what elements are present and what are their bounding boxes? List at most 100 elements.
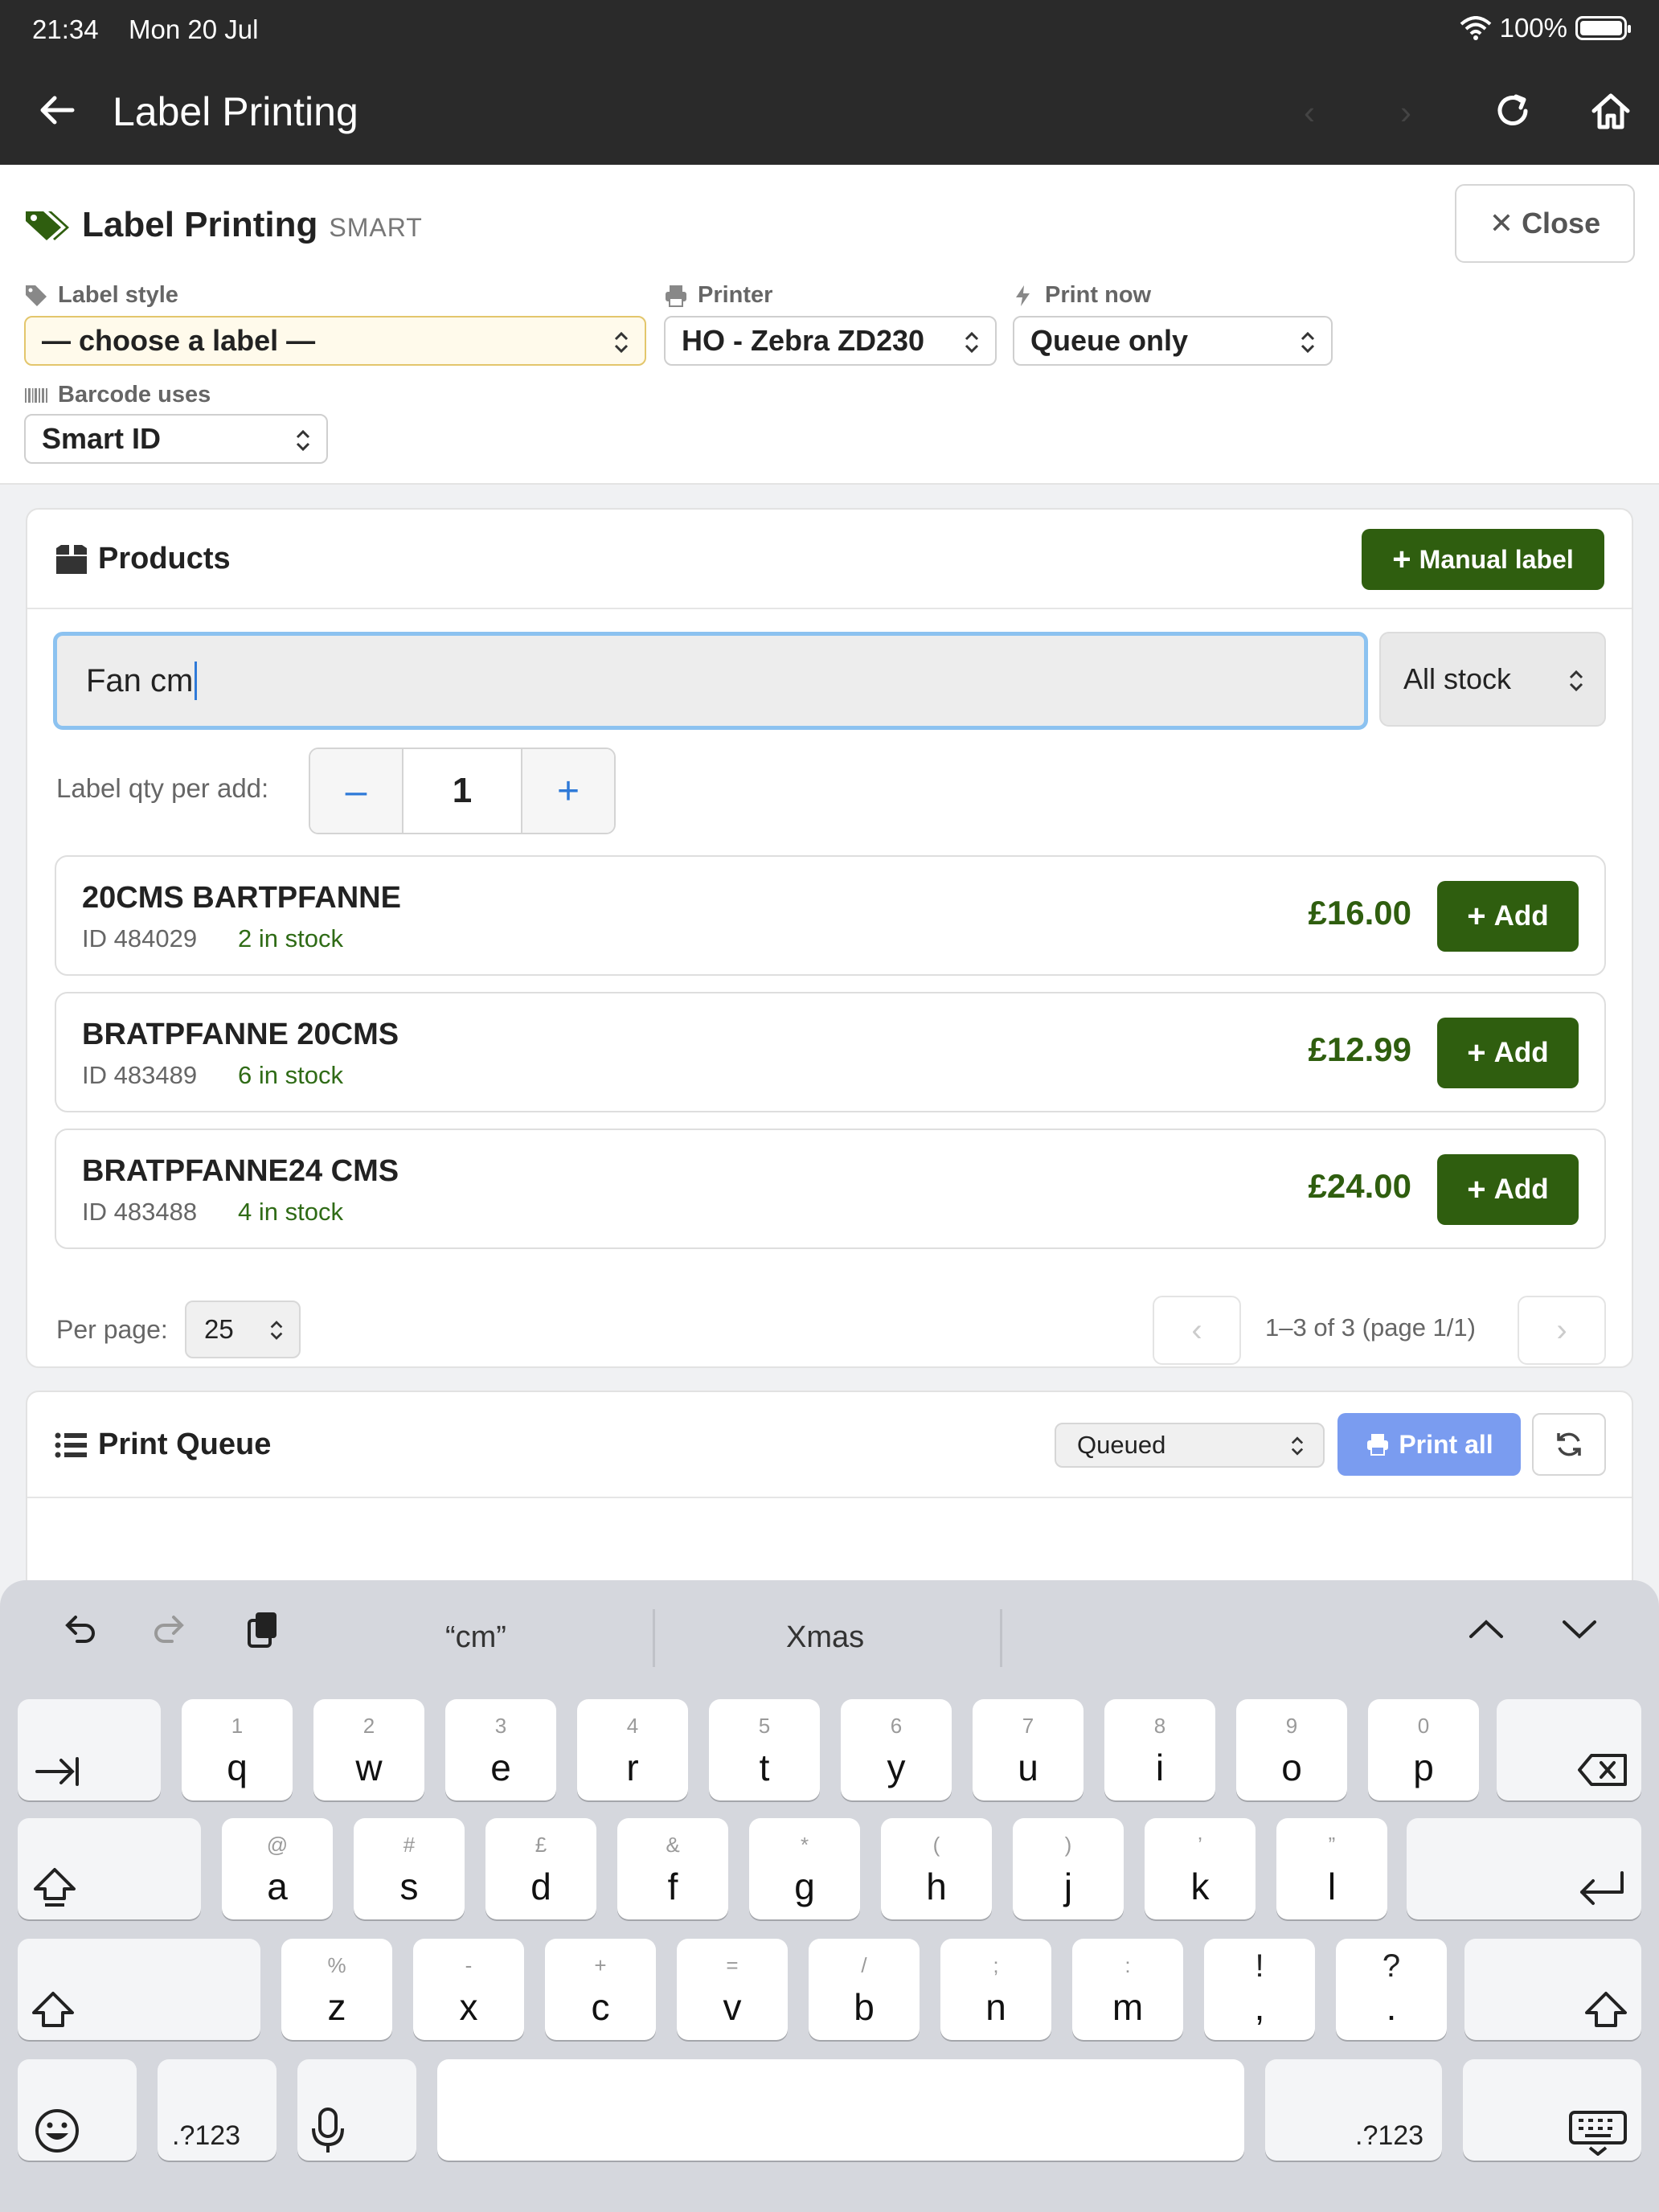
key-o[interactable]: 9o [1236,1699,1347,1800]
key-q[interactable]: 1q [182,1699,293,1800]
chevron-updown-icon [965,331,979,354]
qty-increase-button[interactable]: + [522,749,614,833]
sync-icon [1557,1432,1581,1456]
chevron-up-icon[interactable] [1466,1609,1506,1649]
nav-back-icon[interactable]: ‹ [1304,93,1315,132]
key-w[interactable]: 2w [313,1699,424,1800]
product-name: 20CMS BARTPFANNE [82,881,401,915]
print-queue-header: Print Queue Queued Print all [27,1392,1632,1498]
key-p[interactable]: 0p [1368,1699,1479,1800]
key-u[interactable]: 7u [973,1699,1083,1800]
per-page-select[interactable]: 25 [185,1301,301,1358]
label-qty-stepper: – 1 + [309,748,616,834]
key-z[interactable]: % z [281,1939,392,2040]
qty-decrease-button[interactable]: – [310,749,402,833]
key-y[interactable]: 6y [841,1699,952,1800]
label-style-select[interactable]: — choose a label — [24,316,646,366]
key-g[interactable]: * g [749,1818,860,1919]
wifi-icon [1460,16,1491,40]
caps-lock-icon [34,1868,76,1907]
key-s[interactable]: # s [354,1818,465,1919]
qty-value[interactable]: 1 [402,749,522,833]
chevron-right-icon: › [1556,1312,1567,1348]
backspace-key[interactable] [1497,1699,1641,1800]
key-e[interactable]: 3e [445,1699,556,1800]
print-all-button[interactable]: Print all [1337,1413,1521,1476]
suggestion-divider [653,1609,655,1667]
shift-icon [1585,1992,1627,2027]
product-stock: 2 in stock [238,924,343,952]
product-stock: 4 in stock [238,1198,343,1226]
nav-forward-icon[interactable]: › [1400,93,1411,132]
bolt-icon [1016,285,1030,306]
space-key[interactable] [437,2059,1244,2161]
tab-key[interactable] [18,1699,161,1800]
chevron-down-icon[interactable] [1559,1609,1600,1649]
numbers-key-right[interactable]: .?123 [1265,2059,1442,2161]
status-date: Mon 20 Jul [129,14,259,44]
home-icon[interactable] [1590,90,1632,132]
key-r[interactable]: 4r [577,1699,688,1800]
key-k[interactable]: ’ k [1145,1818,1256,1919]
key-f[interactable]: & f [617,1818,728,1919]
key-v[interactable]: = v [677,1939,788,2040]
key-b[interactable]: / b [809,1939,920,2040]
caps-lock-key[interactable] [18,1818,201,1919]
key-a[interactable]: @ a [222,1818,333,1919]
key-d[interactable]: £ d [485,1818,596,1919]
key-j[interactable]: ) j [1013,1818,1124,1919]
print-now-select[interactable]: Queue only [1013,316,1333,366]
keyboard-dismiss-icon [1569,2111,1627,2156]
barcode-uses-select[interactable]: Smart ID [24,414,328,464]
page-title-text: Label Printing [82,205,318,244]
key-t[interactable]: 5t [709,1699,820,1800]
next-page-button[interactable]: › [1518,1296,1606,1365]
redo-icon[interactable] [150,1609,190,1649]
print-queue-title: Print Queue [55,1428,271,1462]
add-product-button[interactable]: + Add [1437,881,1579,952]
numbers-key-left[interactable]: .?123 [158,2059,276,2161]
products-card: Products + Manual label Fan cm All stock… [26,508,1633,1368]
suggestion-2[interactable]: Xmas [786,1620,864,1655]
barcode-icon [25,387,47,403]
key-m[interactable]: :m [1072,1939,1183,2040]
keyboard-shortcut-bar: “cm” Xmas [0,1580,1659,1677]
status-bar: 21:34 Mon 20 Jul 100% [0,0,1659,58]
app-bar: Label Printing ‹ › [0,58,1659,165]
key-i[interactable]: 8i [1104,1699,1215,1800]
printer-label: Printer [664,282,772,309]
key-h[interactable]: (h [881,1818,992,1919]
paste-icon[interactable] [243,1609,283,1649]
tags-icon [26,211,69,240]
key-c[interactable]: + c [545,1939,656,2040]
product-search-input[interactable]: Fan cm [53,632,1368,730]
hide-keyboard-key[interactable] [1463,2059,1641,2161]
suggestion-1[interactable]: “cm” [445,1620,506,1655]
key-period[interactable]: ?. [1336,1939,1447,2040]
label-printing-header: Label Printing SMART ✕ Close Label style… [0,165,1659,485]
queue-refresh-button[interactable] [1532,1413,1606,1476]
manual-label-button[interactable]: + Manual label [1362,529,1604,590]
add-product-button[interactable]: + Add [1437,1154,1579,1225]
reload-icon[interactable] [1492,90,1534,132]
shift-key-left[interactable] [18,1939,260,2040]
shift-key-right[interactable] [1464,1939,1641,2040]
key-x[interactable]: -x [413,1939,524,2040]
return-key[interactable] [1407,1818,1641,1919]
back-arrow-icon[interactable] [37,90,77,130]
undo-icon[interactable] [59,1609,100,1649]
dictation-key[interactable] [297,2059,416,2161]
emoji-key[interactable] [18,2059,137,2161]
printer-select[interactable]: HO - Zebra ZD230 [664,316,997,366]
chevron-updown-icon [1301,331,1315,354]
chevron-left-icon: ‹ [1191,1312,1202,1348]
close-button[interactable]: ✕ Close [1455,184,1635,263]
add-product-button[interactable]: + Add [1437,1018,1579,1088]
key-l[interactable]: ” l [1276,1818,1387,1919]
product-name: BRATPFANNE 20CMS [82,1018,399,1051]
queue-status-select[interactable]: Queued [1055,1423,1325,1468]
key-n[interactable]: ; n [940,1939,1051,2040]
key-comma[interactable]: !, [1204,1939,1315,2040]
prev-page-button[interactable]: ‹ [1153,1296,1241,1365]
stock-filter-select[interactable]: All stock [1379,632,1606,727]
